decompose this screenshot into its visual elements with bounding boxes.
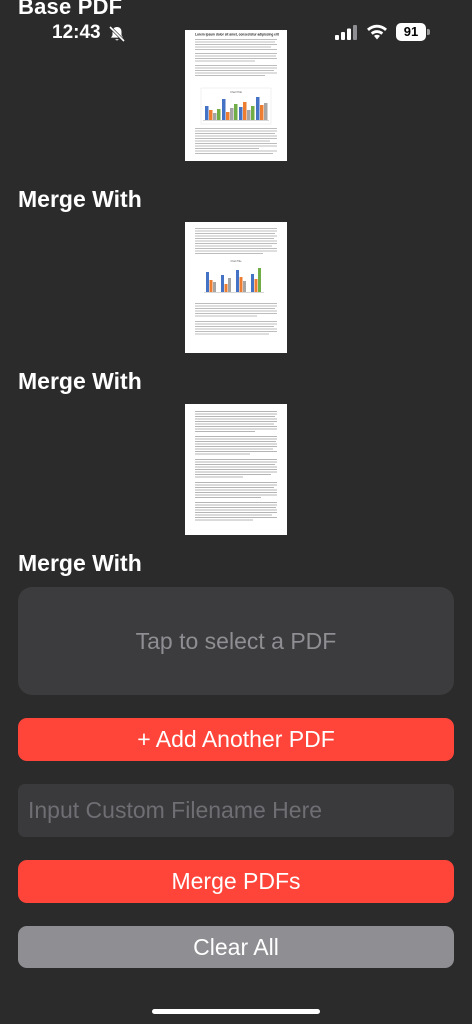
merge-pdf-thumbnail-1[interactable]: Chart Title bbox=[185, 222, 287, 353]
clear-all-button[interactable]: Clear All bbox=[18, 926, 454, 968]
home-indicator[interactable] bbox=[152, 1009, 320, 1014]
add-another-pdf-button[interactable]: + Add Another PDF bbox=[18, 718, 454, 761]
bell-slash-icon bbox=[108, 25, 126, 43]
merge-with-label: Merge With bbox=[18, 550, 142, 576]
chart-title: Chart Title bbox=[231, 260, 243, 263]
battery-level: 91 bbox=[396, 23, 426, 41]
page-title: Base PDF bbox=[18, 0, 123, 19]
wifi-icon bbox=[367, 24, 387, 40]
merge-pdf-thumbnail-2[interactable] bbox=[185, 404, 287, 535]
battery-icon: 91 bbox=[396, 23, 432, 41]
select-pdf-label: Tap to select a PDF bbox=[135, 627, 337, 654]
merge-pdfs-button[interactable]: Merge PDFs bbox=[18, 860, 454, 903]
chart-title: Chart Title bbox=[230, 90, 242, 94]
select-pdf-picker[interactable]: Tap to select a PDF bbox=[18, 587, 454, 695]
merge-with-label: Merge With bbox=[18, 186, 142, 212]
status-time: 12:43 bbox=[52, 22, 101, 43]
merge-with-label: Merge With bbox=[18, 368, 142, 394]
custom-filename-input[interactable] bbox=[18, 784, 454, 837]
doc-heading: Lorem ipsum dolor sit amet, consectetur … bbox=[195, 33, 280, 37]
base-pdf-thumbnail[interactable]: Lorem ipsum dolor sit amet, consectetur … bbox=[185, 30, 287, 161]
cellular-signal-icon bbox=[335, 25, 357, 40]
